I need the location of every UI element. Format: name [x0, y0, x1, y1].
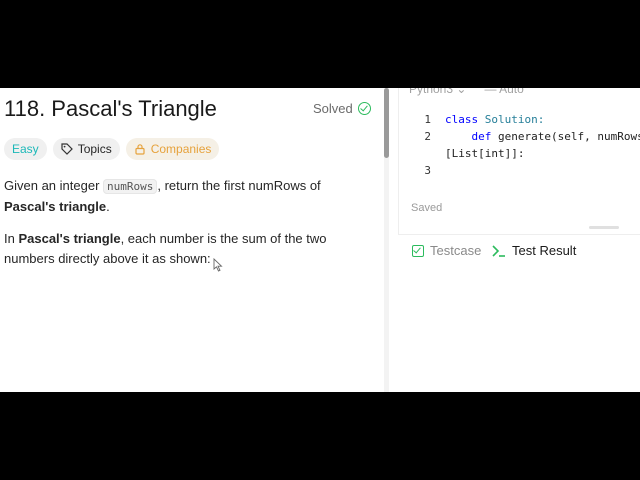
code-keyword: def [471, 130, 492, 143]
description-paragraph-1: Given an integer numRows, return the fir… [4, 176, 374, 217]
code-keyword: class [445, 113, 479, 126]
code-class-name: Solution: [484, 113, 545, 126]
line-number [399, 145, 431, 162]
para2-text-1: In [4, 231, 19, 246]
code-line-2-wrap: [List[int]]: [445, 147, 525, 160]
panel-resize-handle[interactable] [589, 226, 619, 229]
problem-title: 118. Pascal's Triangle [4, 96, 217, 121]
difficulty-badge[interactable]: Easy [4, 138, 47, 160]
line-number: 3 [424, 164, 431, 177]
testcase-label: Testcase [430, 243, 482, 258]
check-circle-icon [357, 102, 371, 115]
saved-status: Saved [411, 202, 443, 214]
tag-row: Easy Topics Companies [4, 138, 220, 160]
code-text[interactable]: class Solution: def generate(self, numRo… [445, 111, 640, 179]
solved-label: Solved [313, 101, 353, 116]
line-number: 1 [424, 113, 431, 126]
test-result-label: Test Result [512, 243, 577, 258]
code-def-rest: generate(self, numRows [498, 130, 640, 143]
topics-label: Topics [77, 142, 112, 156]
test-panel: Testcase Test Result [398, 234, 640, 273]
terminal-icon [492, 244, 505, 257]
tag-icon [61, 143, 73, 155]
para1-text-2: , return the first numRows of [157, 178, 321, 193]
para1-bold: Pascal's triangle [4, 199, 107, 214]
mode-icon: — [484, 88, 497, 96]
para1-text-3: . [106, 199, 110, 214]
app-frame: 118. Pascal's Triangle Solved Easy Topic… [0, 88, 640, 392]
line-number: 2 [424, 130, 431, 143]
companies-label: Companies [150, 142, 212, 156]
code-line-1: class Solution: [445, 111, 640, 128]
companies-button[interactable]: Companies [125, 138, 220, 160]
solved-status: Solved [313, 101, 371, 116]
tab-test-result[interactable]: Test Result [492, 243, 576, 258]
description-scrollbar-thumb[interactable] [384, 88, 389, 158]
language-label: Python3 [409, 88, 454, 96]
inline-code-numrows: numRows [103, 179, 158, 194]
description-paragraph-2: In Pascal's triangle, each number is the… [4, 229, 374, 269]
language-select[interactable]: Python3 ⌄ [409, 88, 466, 96]
mouse-cursor-icon [213, 258, 223, 272]
para2-bold: Pascal's triangle [18, 231, 121, 246]
tab-testcase[interactable]: Testcase [412, 243, 481, 258]
test-result-body [389, 272, 640, 392]
para1-text-1: Given an integer [4, 178, 104, 193]
editor-toolbar: Python3 ⌄ — Auto [409, 88, 524, 96]
mode-label: Auto [499, 88, 524, 96]
difficulty-label: Easy [12, 142, 39, 156]
topics-button[interactable]: Topics [52, 138, 120, 160]
checkbox-icon [412, 244, 424, 257]
chevron-down-icon: ⌄ [456, 88, 467, 96]
autocomplete-mode[interactable]: — Auto [484, 88, 523, 96]
code-line-2: def generate(self, numRows [445, 128, 640, 145]
lock-icon [135, 144, 145, 155]
line-number-gutter: 1 2 3 [399, 111, 431, 179]
description-panel: 118. Pascal's Triangle Solved Easy Topic… [0, 88, 384, 392]
